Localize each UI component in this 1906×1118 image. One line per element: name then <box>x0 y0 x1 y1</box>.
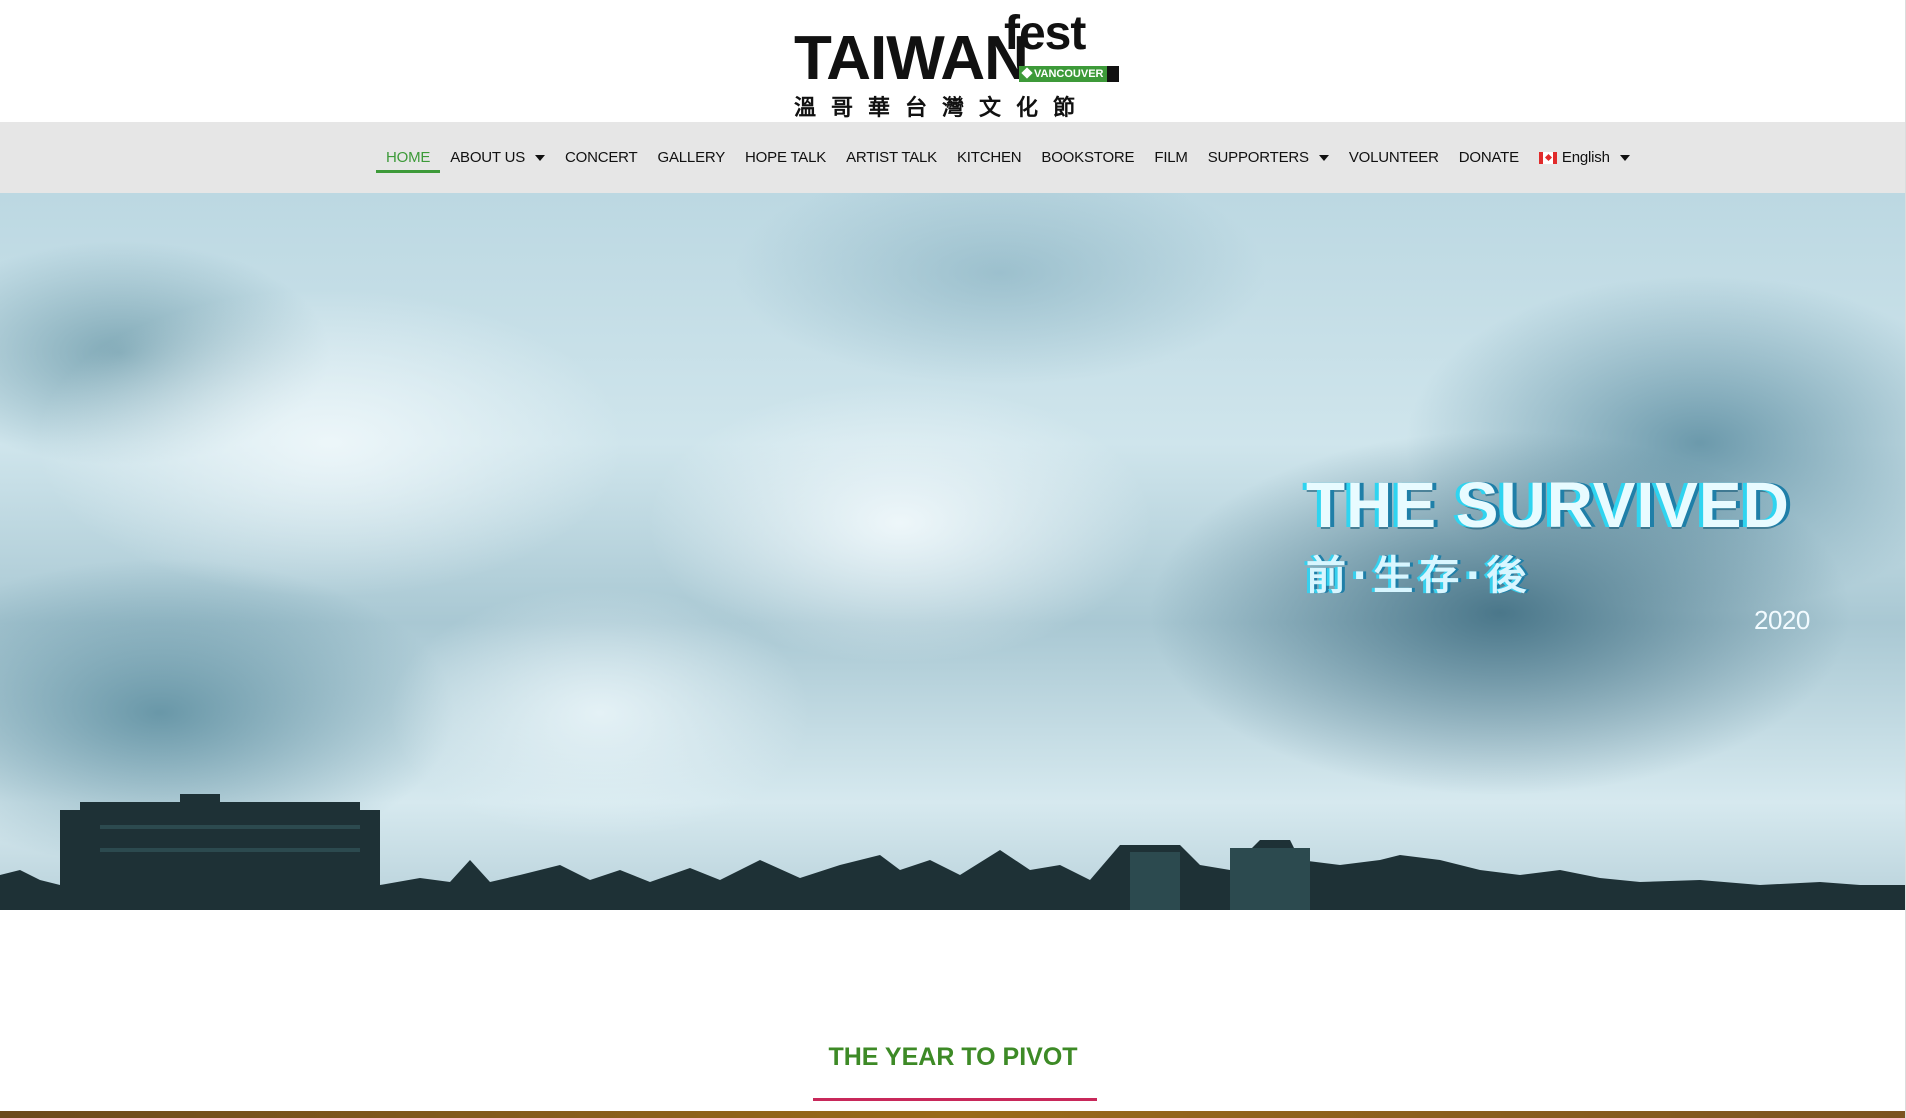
nav-menu: HOME ABOUT US CONCERT GALLERY HOPE TALK … <box>376 122 1640 193</box>
logo-badge-end <box>1107 66 1119 82</box>
nav-item-kitchen[interactable]: KITCHEN <box>947 122 1031 193</box>
nav-item-bookstore[interactable]: BOOKSTORE <box>1031 122 1144 193</box>
nav-item-label: KITCHEN <box>956 149 1022 166</box>
nav-item-supporters[interactable]: SUPPORTERS <box>1198 122 1339 193</box>
nav-item-label: ARTIST TALK <box>846 149 937 166</box>
nav-item-label: VOLUNTEER <box>1348 149 1439 166</box>
section-heading-underline <box>813 1098 1097 1101</box>
site-header: TAIWAN fest VANCOUVER 溫哥華台灣文化節 <box>0 0 1906 122</box>
nav-item-label: SUPPORTERS <box>1207 149 1309 166</box>
nav-item-label: GALLERY <box>657 149 726 166</box>
section-heading: THE YEAR TO PIVOT <box>828 1043 1078 1071</box>
nav-item-label: DONATE <box>1458 149 1519 166</box>
nav-item-home[interactable]: HOME <box>376 122 441 193</box>
logo-chinese-name: 溫哥華台灣文化節 <box>794 96 1091 121</box>
nav-item-gallery[interactable]: GALLERY <box>648 122 736 193</box>
nav-item-concert[interactable]: CONCERT <box>555 122 648 193</box>
next-section-edge <box>0 1111 1905 1118</box>
hero-title: THE SURVIVED <box>1306 469 1790 541</box>
nav-item-label: BOOKSTORE <box>1041 149 1135 166</box>
hero-year: 2020 <box>1754 605 1810 635</box>
nav-item-artist-talk[interactable]: ARTIST TALK <box>836 122 947 193</box>
nav-item-label: CONCERT <box>565 149 638 166</box>
hero-subtitle: 前·生存·後 <box>1306 553 1533 599</box>
maple-leaf-icon <box>1021 67 1033 79</box>
nav-item-label: FILM <box>1154 149 1188 166</box>
main-navigation: HOME ABOUT US CONCERT GALLERY HOPE TALK … <box>0 122 1906 193</box>
nav-item-label: HOME <box>386 149 431 166</box>
canada-flag-icon <box>1538 151 1557 164</box>
logo-badge-label: VANCOUVER <box>1034 68 1104 80</box>
logo-vancouver-badge: VANCOUVER <box>1019 66 1107 82</box>
caret-down-icon <box>1318 154 1329 161</box>
logo-wordmark: TAIWAN <box>794 24 1029 93</box>
language-selector[interactable]: English <box>1529 122 1640 193</box>
caret-down-icon <box>1619 154 1630 161</box>
nav-item-label: ABOUT US <box>450 149 526 166</box>
language-label: English <box>1561 149 1610 166</box>
nav-item-donate[interactable]: DONATE <box>1449 122 1529 193</box>
logo-fest-wordmark: fest <box>1004 7 1086 60</box>
nav-item-film[interactable]: FILM <box>1144 122 1197 193</box>
nav-item-label: HOPE TALK <box>745 149 827 166</box>
taiwanfest-logo[interactable]: TAIWAN fest VANCOUVER 溫哥華台灣文化節 <box>794 10 1119 121</box>
nav-item-about-us[interactable]: ABOUT US <box>440 122 555 193</box>
hero-banner: THE SURVIVED 前·生存·後 2020 <box>0 193 1905 910</box>
city-skyline-silhouette <box>0 794 1905 910</box>
nav-item-volunteer[interactable]: VOLUNTEER <box>1339 122 1449 193</box>
nav-item-hope-talk[interactable]: HOPE TALK <box>735 122 836 193</box>
caret-down-icon <box>535 154 546 161</box>
